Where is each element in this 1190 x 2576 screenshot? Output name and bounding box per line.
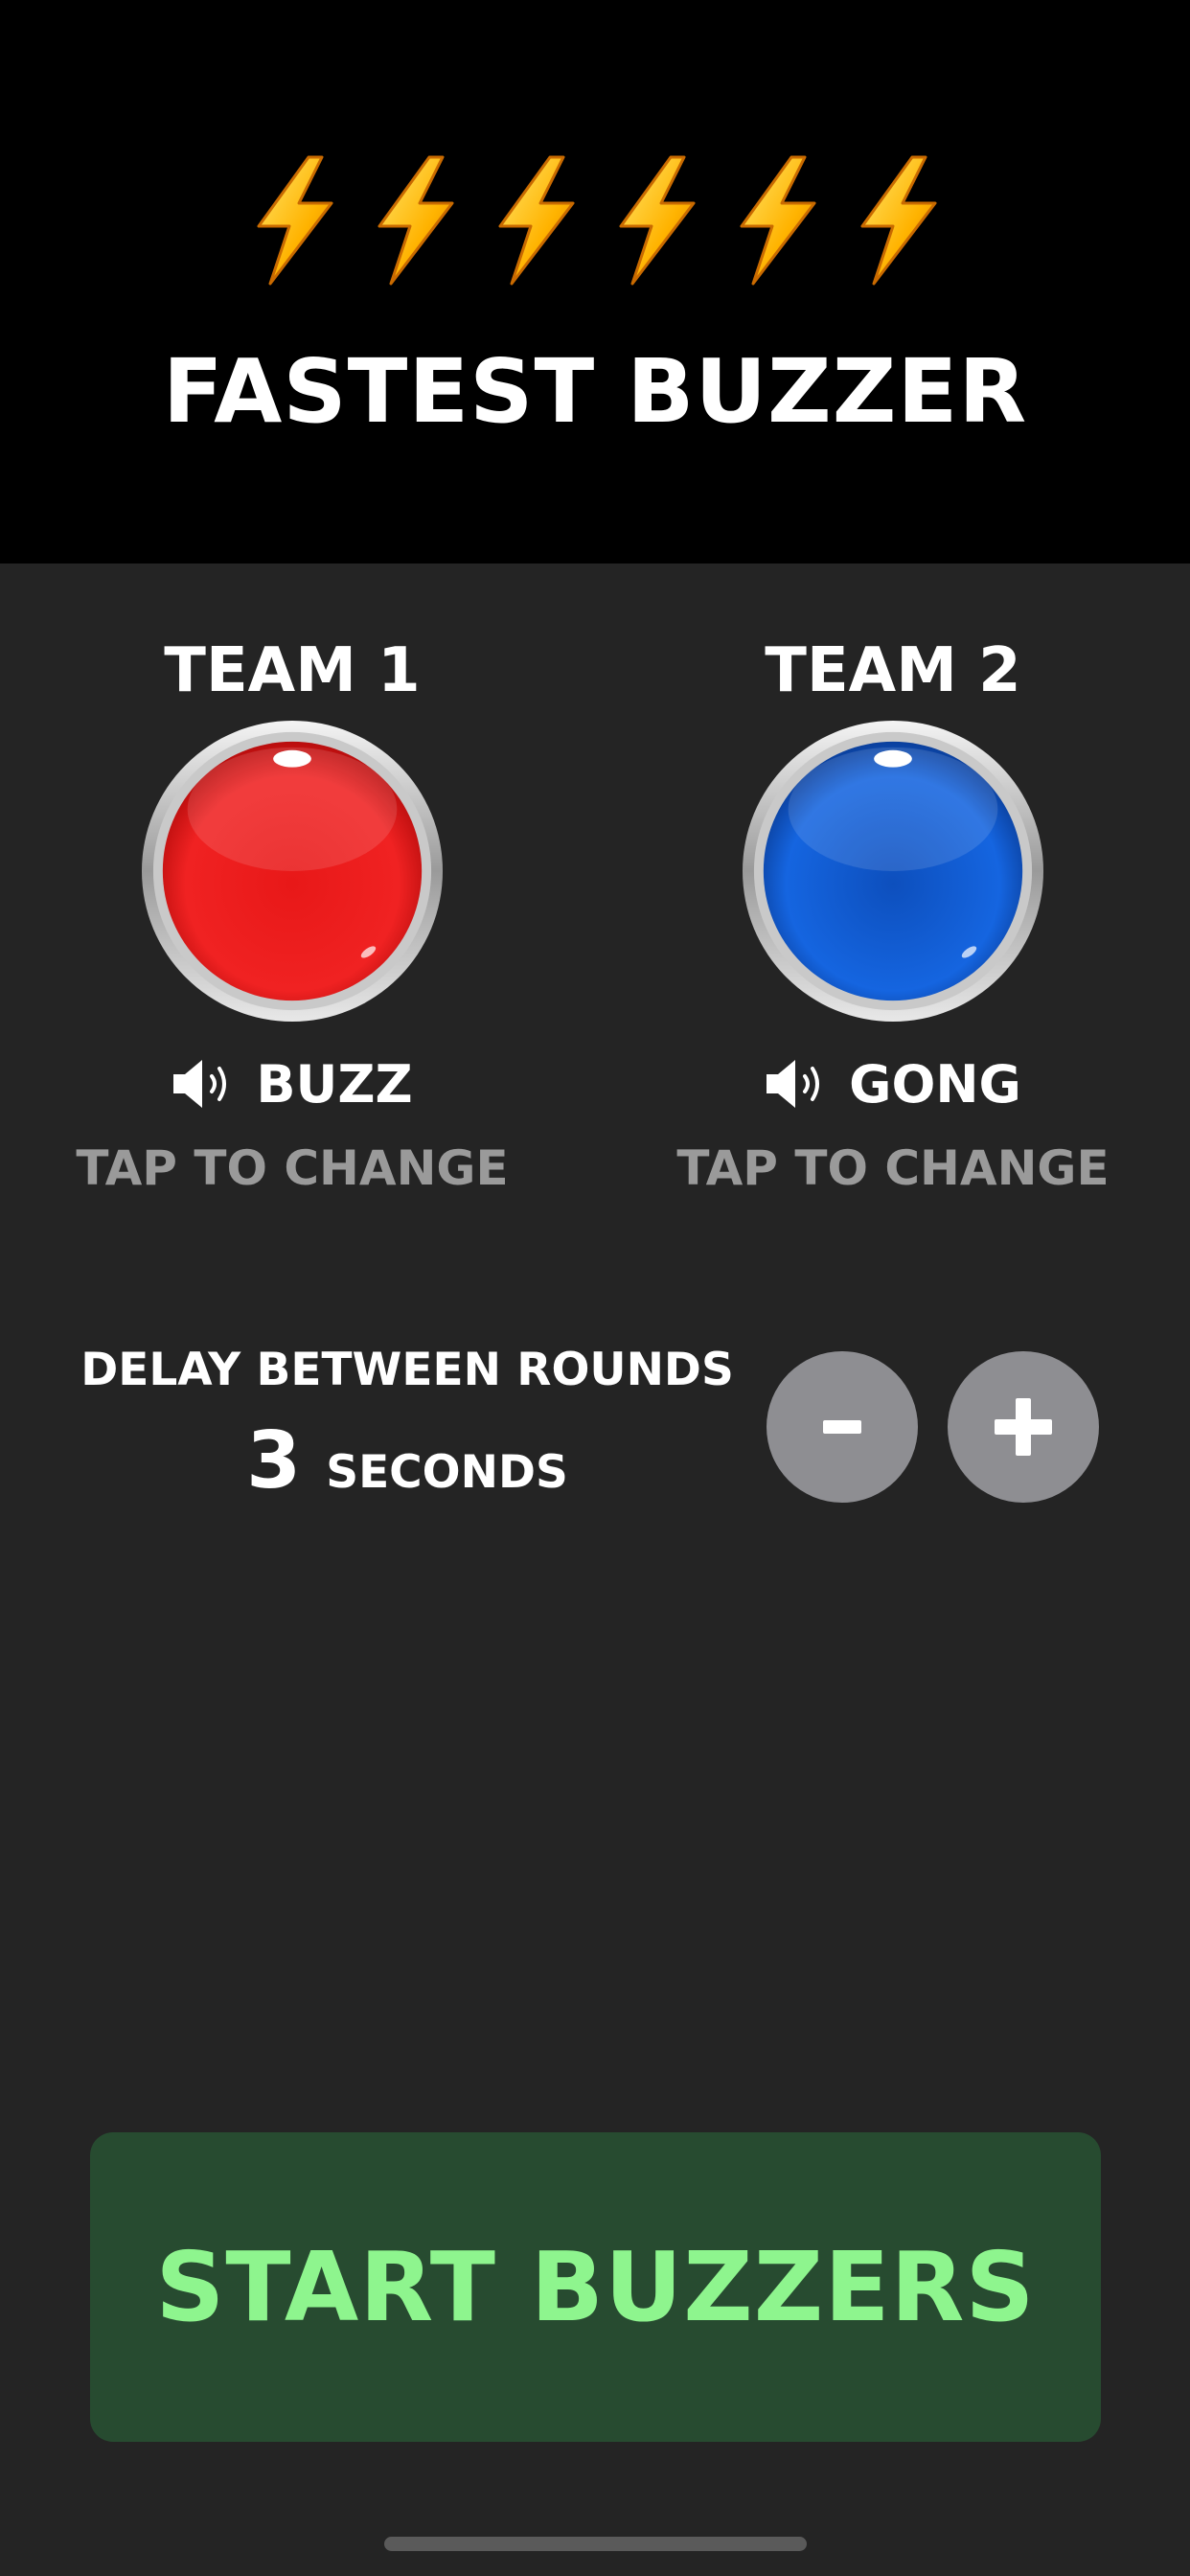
decrease-delay-button[interactable] (767, 1351, 918, 1503)
team-2-tap-to-change[interactable]: TAP TO CHANGE (596, 1135, 1190, 1202)
increase-delay-button[interactable] (948, 1351, 1099, 1503)
team-1-panel: TEAM 1 BUZZ TAP TO CHANGE (0, 632, 584, 1202)
team-2-buzzer-button[interactable] (741, 719, 1045, 1024)
team-1-buzzer-button[interactable] (140, 719, 445, 1024)
plus-icon (995, 1398, 1052, 1456)
home-indicator[interactable] (384, 2537, 807, 2551)
speaker-icon (767, 1060, 820, 1108)
bolt-row (0, 153, 1190, 288)
buzzer-setup-screen: FASTEST BUZZER TEAM 1 BUZZ TAP TO CHANGE… (0, 0, 1190, 2576)
team-2-panel: TEAM 2 GONG TAP TO CHANGE (596, 632, 1190, 1202)
minus-icon (823, 1420, 861, 1434)
header: FASTEST BUZZER (0, 0, 1190, 564)
lightning-bolt-icon (740, 155, 816, 286)
team-1-sound[interactable]: BUZZ (0, 1050, 584, 1117)
app-title: FASTEST BUZZER (162, 340, 1028, 443)
delay-unit: SECONDS (326, 1446, 568, 1499)
start-buzzers-label: START BUZZERS (155, 2231, 1036, 2343)
team-2-name: TEAM 2 (765, 635, 1021, 706)
team-2-sound[interactable]: GONG (596, 1050, 1190, 1117)
lightning-bolt-icon (498, 155, 575, 286)
team-1-name: TEAM 1 (164, 635, 421, 706)
lightning-bolt-icon (378, 155, 454, 286)
delay-value: 3 (246, 1415, 302, 1506)
delay-setting: DELAY BETWEEN ROUNDS 3 SECONDS (57, 1337, 757, 1506)
delay-label: DELAY BETWEEN ROUNDS (80, 1344, 734, 1396)
start-buzzers-button[interactable]: START BUZZERS (90, 2132, 1101, 2442)
lightning-bolt-icon (860, 155, 937, 286)
lightning-bolt-icon (619, 155, 696, 286)
lightning-bolt-icon (257, 155, 333, 286)
team-1-tap-to-change[interactable]: TAP TO CHANGE (0, 1135, 584, 1202)
speaker-icon (173, 1060, 227, 1108)
delay-value-row: 3 SECONDS (57, 1415, 757, 1506)
team-2-sound-name: GONG (849, 1053, 1021, 1115)
team-1-sound-name: BUZZ (256, 1053, 413, 1115)
